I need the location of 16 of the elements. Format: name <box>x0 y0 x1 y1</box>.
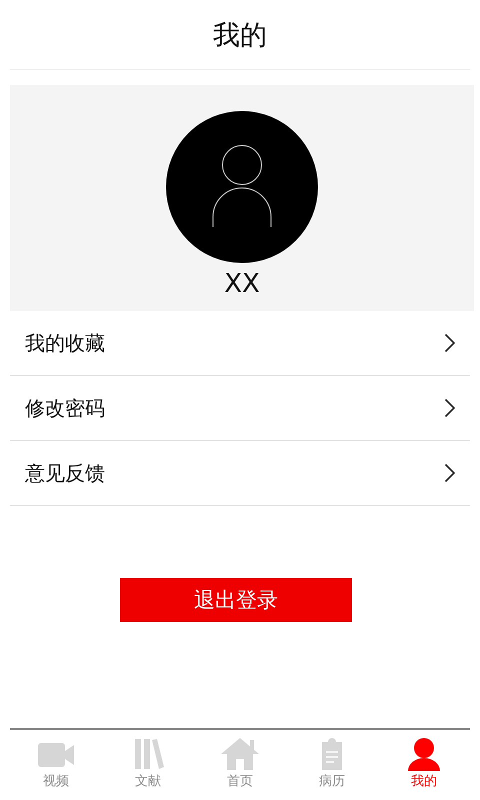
chevron-icon <box>444 398 456 418</box>
chevron-icon <box>444 463 456 483</box>
nav-tab[interactable]: 文献 <box>102 730 194 800</box>
page-title: 我的 <box>213 18 267 52</box>
nav-tab[interactable]: 病历 <box>286 730 378 800</box>
nav-tab[interactable]: 视频 <box>10 730 102 800</box>
menu-item[interactable]: 我的收藏 <box>10 311 470 376</box>
nav-tab[interactable]: 首页 <box>194 730 286 800</box>
logout-button[interactable]: 退出登录 <box>120 578 352 622</box>
menu-item[interactable]: 意见反馈 <box>10 441 470 506</box>
avatar-icon <box>166 111 318 263</box>
user-name: XX <box>224 269 260 299</box>
menu-item[interactable]: 修改密码 <box>10 376 470 441</box>
chevron-icon <box>444 333 456 353</box>
home-icon <box>220 737 260 771</box>
nav-tab[interactable]: 我的 <box>378 730 470 800</box>
